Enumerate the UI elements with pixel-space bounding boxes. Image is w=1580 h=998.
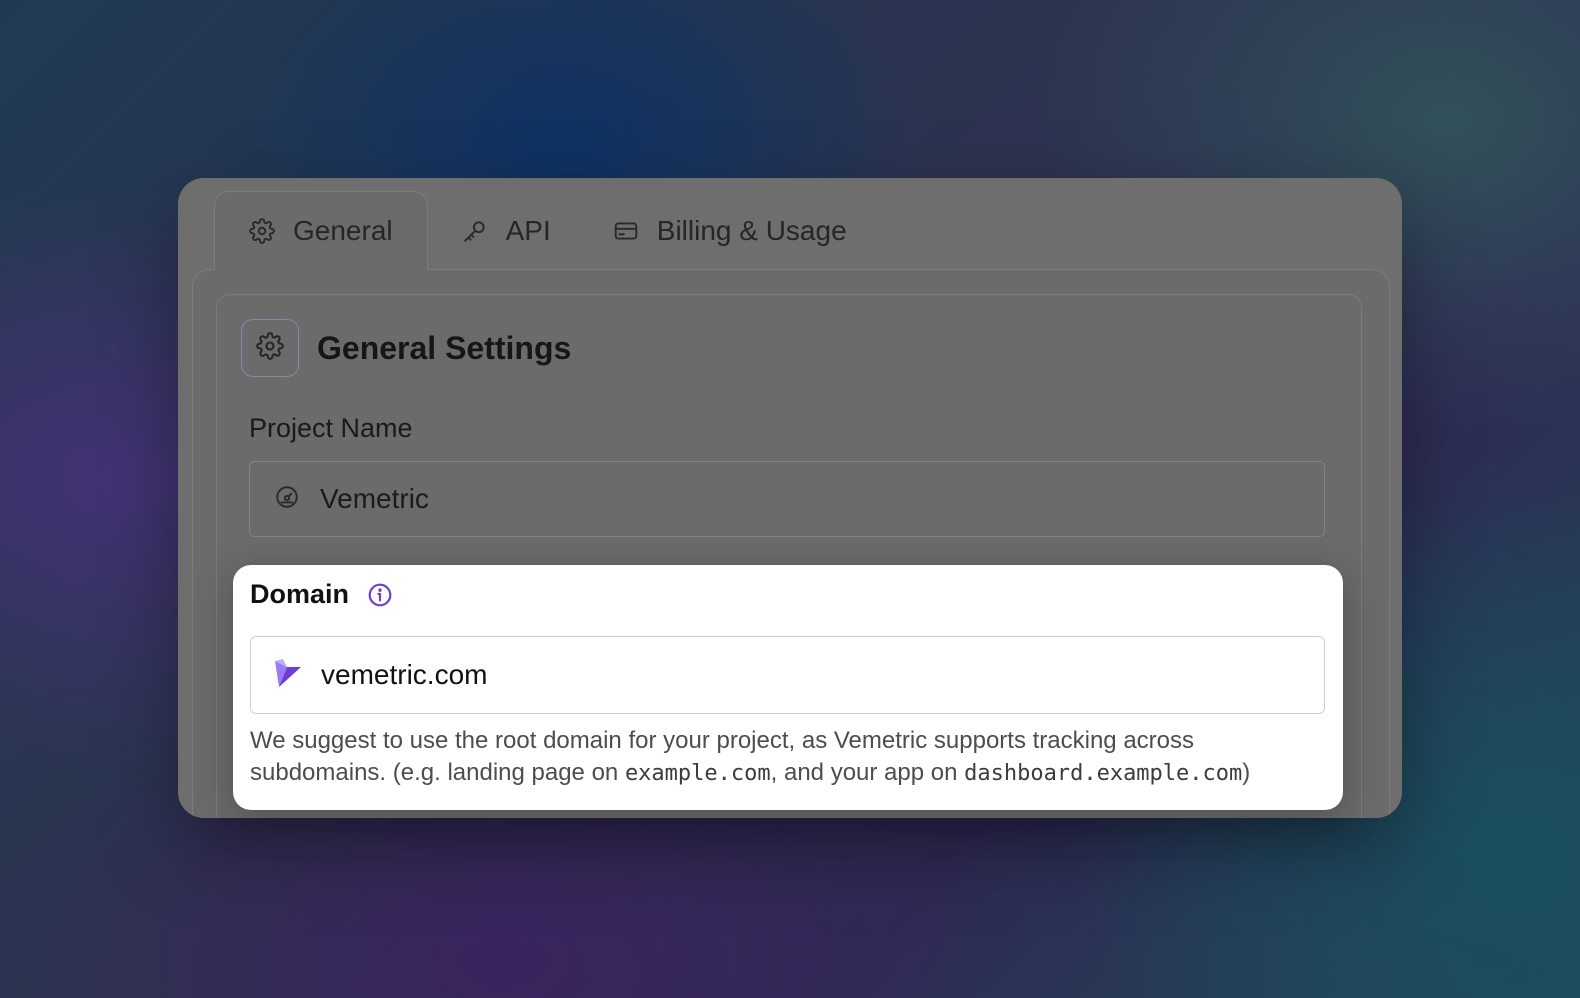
- tab-billing-usage-label: Billing & Usage: [656, 215, 847, 246]
- domain-label-row: Domain: [250, 579, 393, 610]
- gauge-icon: [274, 484, 300, 515]
- vemetric-logo-icon: [273, 657, 303, 694]
- tab-api-label: API: [505, 215, 551, 246]
- tab-bar: General API Billing & Usage: [214, 190, 875, 270]
- gear-icon: [249, 218, 275, 244]
- help-example-subdomain: dashboard.example.com: [964, 761, 1243, 786]
- credit-card-icon: [613, 218, 639, 244]
- domain-input[interactable]: vemetric.com: [250, 636, 1325, 714]
- domain-value: vemetric.com: [321, 659, 488, 690]
- domain-help-text: We suggest to use the root domain for yo…: [250, 725, 1330, 790]
- tab-api[interactable]: API: [428, 192, 579, 270]
- info-icon[interactable]: [367, 582, 393, 608]
- card-title: General Settings: [317, 329, 572, 366]
- domain-section: Domain vemetric.com We suggest to use th…: [233, 565, 1343, 810]
- card-header: General Settings: [241, 319, 571, 377]
- tab-billing-usage[interactable]: Billing & Usage: [579, 192, 875, 270]
- help-text-suffix: ): [1242, 759, 1251, 786]
- tab-general-label: General: [293, 215, 393, 246]
- project-name-input[interactable]: Vemetric: [249, 461, 1325, 537]
- key-icon: [462, 218, 488, 244]
- project-name-label: Project Name: [249, 413, 413, 443]
- card-header-icon-box: [241, 319, 299, 377]
- project-name-value: Vemetric: [320, 483, 429, 514]
- tab-general[interactable]: General: [214, 191, 428, 270]
- gear-icon: [256, 331, 284, 365]
- domain-label: Domain: [250, 579, 350, 609]
- help-example-root: example.com: [624, 761, 771, 786]
- help-text-middle: , and your app on: [770, 759, 965, 786]
